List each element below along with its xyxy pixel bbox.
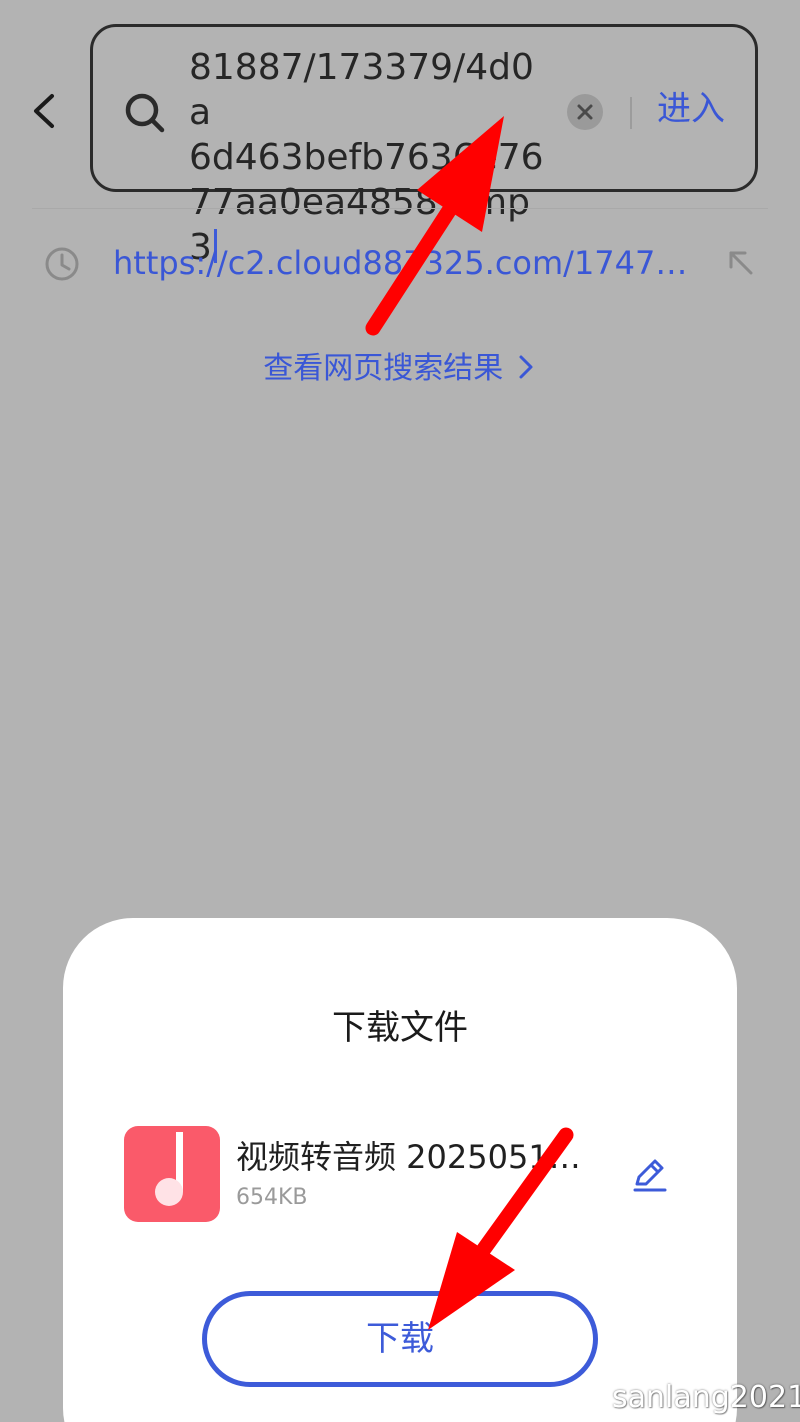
arrow-up-left-icon[interactable]	[724, 246, 758, 280]
clock-icon	[44, 246, 80, 282]
chevron-right-icon	[513, 347, 537, 379]
url-line-1: 81887/173379/4d0a	[189, 47, 534, 133]
close-icon	[577, 104, 593, 120]
url-line-2: 6d463befb7636e76	[189, 137, 544, 178]
download-dialog: 下载文件 视频转音频 20250512… 654KB 下载	[63, 918, 737, 1422]
file-name: 视频转音频 20250512…	[236, 1138, 592, 1176]
download-button[interactable]: 下载	[202, 1291, 598, 1387]
enter-button[interactable]: 进入	[657, 87, 725, 131]
chevron-left-icon	[34, 94, 54, 128]
history-suggestion[interactable]: https://c2.cloud887325.com/17470…	[0, 228, 800, 298]
divider	[630, 97, 632, 129]
file-size: 654KB	[236, 1185, 308, 1210]
history-url: https://c2.cloud887325.com/17470…	[113, 244, 689, 282]
search-icon	[123, 91, 167, 135]
music-note-icon	[124, 1126, 220, 1222]
address-bar[interactable]: 81887/173379/4d0a 6d463befb7636e76 77aa0…	[90, 24, 758, 268]
pencil-icon[interactable]	[629, 1154, 669, 1194]
dialog-title: 下载文件	[332, 1008, 468, 1048]
web-results-link[interactable]: 查看网页搜索结果	[0, 344, 800, 394]
back-button[interactable]	[22, 86, 68, 136]
web-results-label: 查看网页搜索结果	[263, 351, 504, 386]
clear-button[interactable]	[567, 94, 603, 130]
divider	[32, 208, 768, 209]
browser-screen: 81887/173379/4d0a 6d463befb7636e76 77aa0…	[0, 0, 800, 1422]
watermark: sanlang2021	[612, 1380, 800, 1415]
